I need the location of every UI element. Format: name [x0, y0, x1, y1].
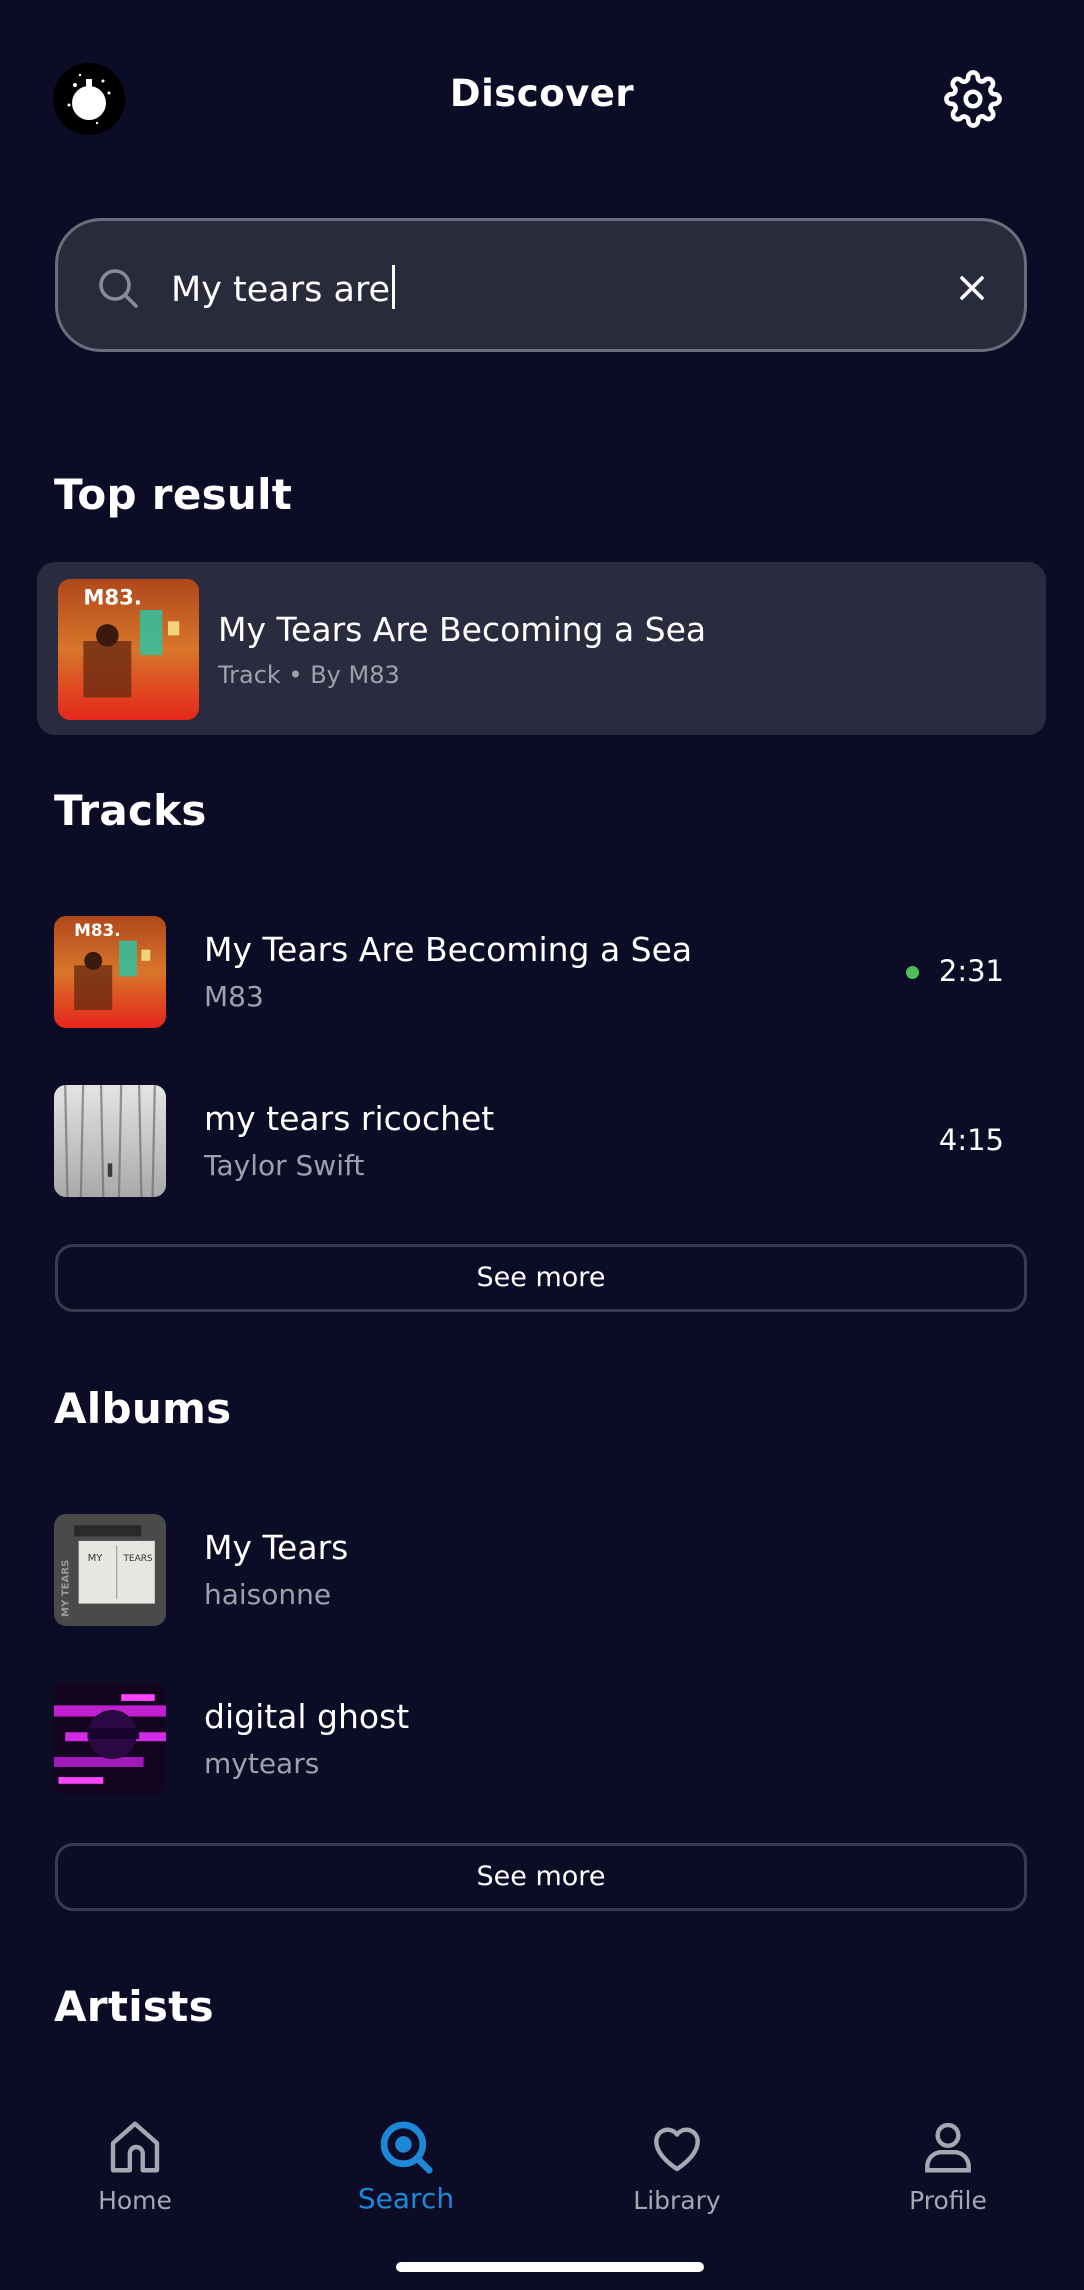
track-duration: 2:31 — [938, 954, 1004, 988]
cover-label: MY TEARS — [61, 1560, 72, 1617]
track-title: my tears ricochet — [204, 1099, 495, 1138]
search-bar[interactable]: My tears are — [55, 218, 1027, 352]
gear-icon[interactable] — [944, 70, 1002, 128]
heart-icon — [654, 2127, 700, 2172]
nav-label: Library — [633, 2186, 721, 2215]
track-row[interactable]: my tears ricochet Taylor Swift 4:15 — [0, 1085, 1084, 1197]
search-icon — [380, 2121, 433, 2174]
nav-label: Home — [98, 2186, 172, 2215]
search-input-value: My tears are — [171, 270, 391, 310]
track-duration: 4:15 — [938, 1123, 1004, 1157]
svg-text:MY: MY — [88, 1553, 104, 1564]
tracks-see-more-button[interactable]: See more — [55, 1244, 1027, 1312]
cover-label: M83. — [83, 584, 142, 609]
album-title: My Tears — [204, 1528, 349, 1567]
album-artist: mytears — [204, 1747, 320, 1780]
top-result-subtitle: Track • By M83 — [218, 661, 400, 689]
album-row[interactable]: digital ghost mytears — [0, 1683, 1084, 1795]
page-title: Discover — [449, 72, 635, 115]
album-row[interactable]: MY TEARS MY TEARS My Tears haisonne — [0, 1514, 1084, 1626]
artists-heading: Artists — [54, 1982, 214, 2031]
album-cover-digital-ghost — [54, 1683, 166, 1795]
album-cover-my-tears: MY TEARS MY TEARS — [54, 1514, 166, 1626]
cover-label: M83. — [74, 920, 120, 940]
track-artist: M83 — [204, 980, 264, 1013]
close-icon[interactable] — [952, 268, 992, 308]
nav-label: Search — [357, 2182, 455, 2215]
search-icon — [99, 269, 138, 308]
album-artist: haisonne — [204, 1578, 332, 1611]
album-cover-folklore — [54, 1085, 166, 1197]
home-indicator — [396, 2262, 704, 2272]
nav-item-home[interactable]: Home — [35, 2116, 235, 2215]
header: Discover — [0, 0, 1084, 200]
albums-see-more-button[interactable]: See more — [55, 1843, 1027, 1911]
top-result-heading: Top result — [54, 470, 293, 519]
search-input[interactable]: My tears are — [171, 265, 396, 310]
album-title: digital ghost — [204, 1697, 410, 1736]
now-playing-indicator — [906, 966, 919, 979]
nav-item-library[interactable]: Library — [577, 2116, 777, 2215]
track-artist: Taylor Swift — [204, 1149, 365, 1182]
tracks-heading: Tracks — [54, 786, 207, 835]
track-title: My Tears Are Becoming a Sea — [204, 930, 693, 969]
nav-item-search[interactable]: Search — [306, 2116, 506, 2215]
nav-item-profile[interactable]: Profile — [848, 2116, 1048, 2215]
top-result-card[interactable]: M83. My Tears Are Becoming a Sea Track •… — [37, 562, 1046, 735]
text-caret — [392, 265, 396, 309]
top-result-title: My Tears Are Becoming a Sea — [218, 610, 707, 649]
bottom-nav: Home Search Library Profile — [0, 2090, 1084, 2290]
nav-label: Profile — [909, 2186, 987, 2215]
svg-text:TEARS: TEARS — [122, 1554, 152, 1564]
track-row[interactable]: M83. My Tears Are Becoming a Sea M83 2:3… — [0, 916, 1084, 1028]
albums-heading: Albums — [54, 1384, 232, 1433]
home-icon — [110, 2121, 160, 2173]
profile-icon — [925, 2122, 971, 2173]
album-cover-m83: M83. — [58, 579, 199, 720]
album-cover-m83: M83. — [54, 916, 166, 1028]
